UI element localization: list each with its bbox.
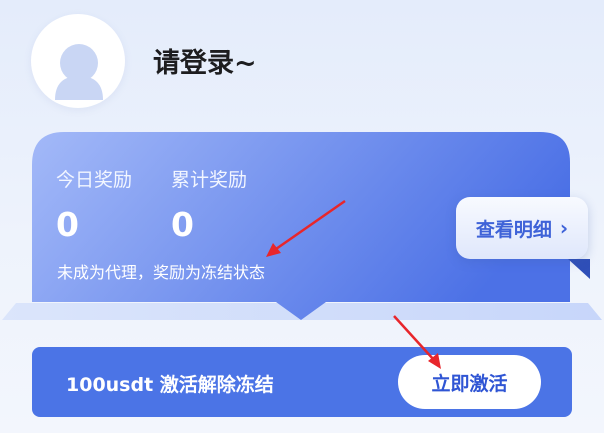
details-button-fold (568, 259, 590, 279)
activation-text: 100usdt 激活解除冻结 (66, 374, 274, 396)
total-reward-label: 累计奖励 (171, 169, 248, 191)
view-details-button[interactable]: 查看明细 › (456, 197, 588, 259)
view-details-label: 查看明细 (475, 218, 552, 241)
today-reward-value: 0 (56, 205, 79, 244)
activate-now-button[interactable]: 立即激活 (398, 355, 541, 409)
total-reward-value: 0 (171, 205, 194, 244)
frozen-status-note: 未成为代理，奖励为冻结状态 (57, 263, 266, 282)
activate-now-label: 立即激活 (431, 372, 508, 395)
chevron-right-icon: › (559, 216, 569, 240)
today-reward-label: 今日奖励 (56, 169, 133, 191)
